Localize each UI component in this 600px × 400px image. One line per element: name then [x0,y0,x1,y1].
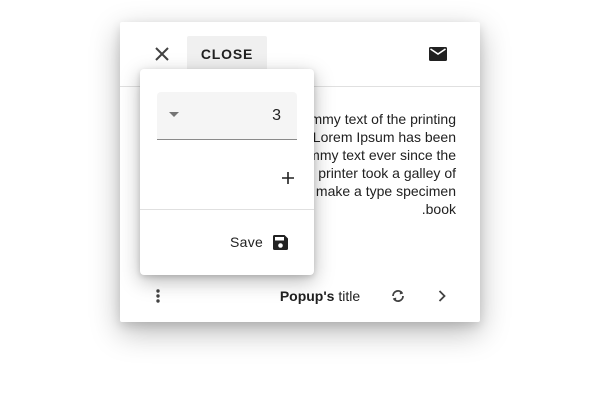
overlay-panel: 3 Save [140,69,314,275]
save-label: Save [230,234,264,250]
next-button[interactable] [424,278,460,314]
save-button[interactable]: Save [230,226,289,258]
popup-title: Popup's title [240,278,400,314]
add-icon [282,172,294,184]
popup-title-rest: title [334,288,361,304]
popup-footer: Popup's title [120,278,480,314]
more-vert-icon [156,289,160,303]
more-options-button[interactable] [140,278,176,314]
chevron-right-icon [438,290,446,302]
close-icon [155,47,169,61]
dropdown-arrow-icon [169,112,179,117]
popup-title-bold: Popup's [279,288,335,304]
close-button[interactable]: CLOSE [187,36,267,72]
add-button[interactable] [270,160,306,196]
panel-divider [140,209,314,210]
close-icon-button[interactable] [144,36,180,72]
mail-icon [429,47,447,61]
select-value: 3 [272,107,281,124]
mail-button[interactable] [420,36,456,72]
stage: CLOSE Lorem Ipsum is simply dummy text o… [0,0,600,400]
save-icon [273,234,289,250]
refresh-icon [390,288,406,304]
refresh-button[interactable] [380,278,416,314]
quantity-select[interactable]: 3 [157,92,297,140]
